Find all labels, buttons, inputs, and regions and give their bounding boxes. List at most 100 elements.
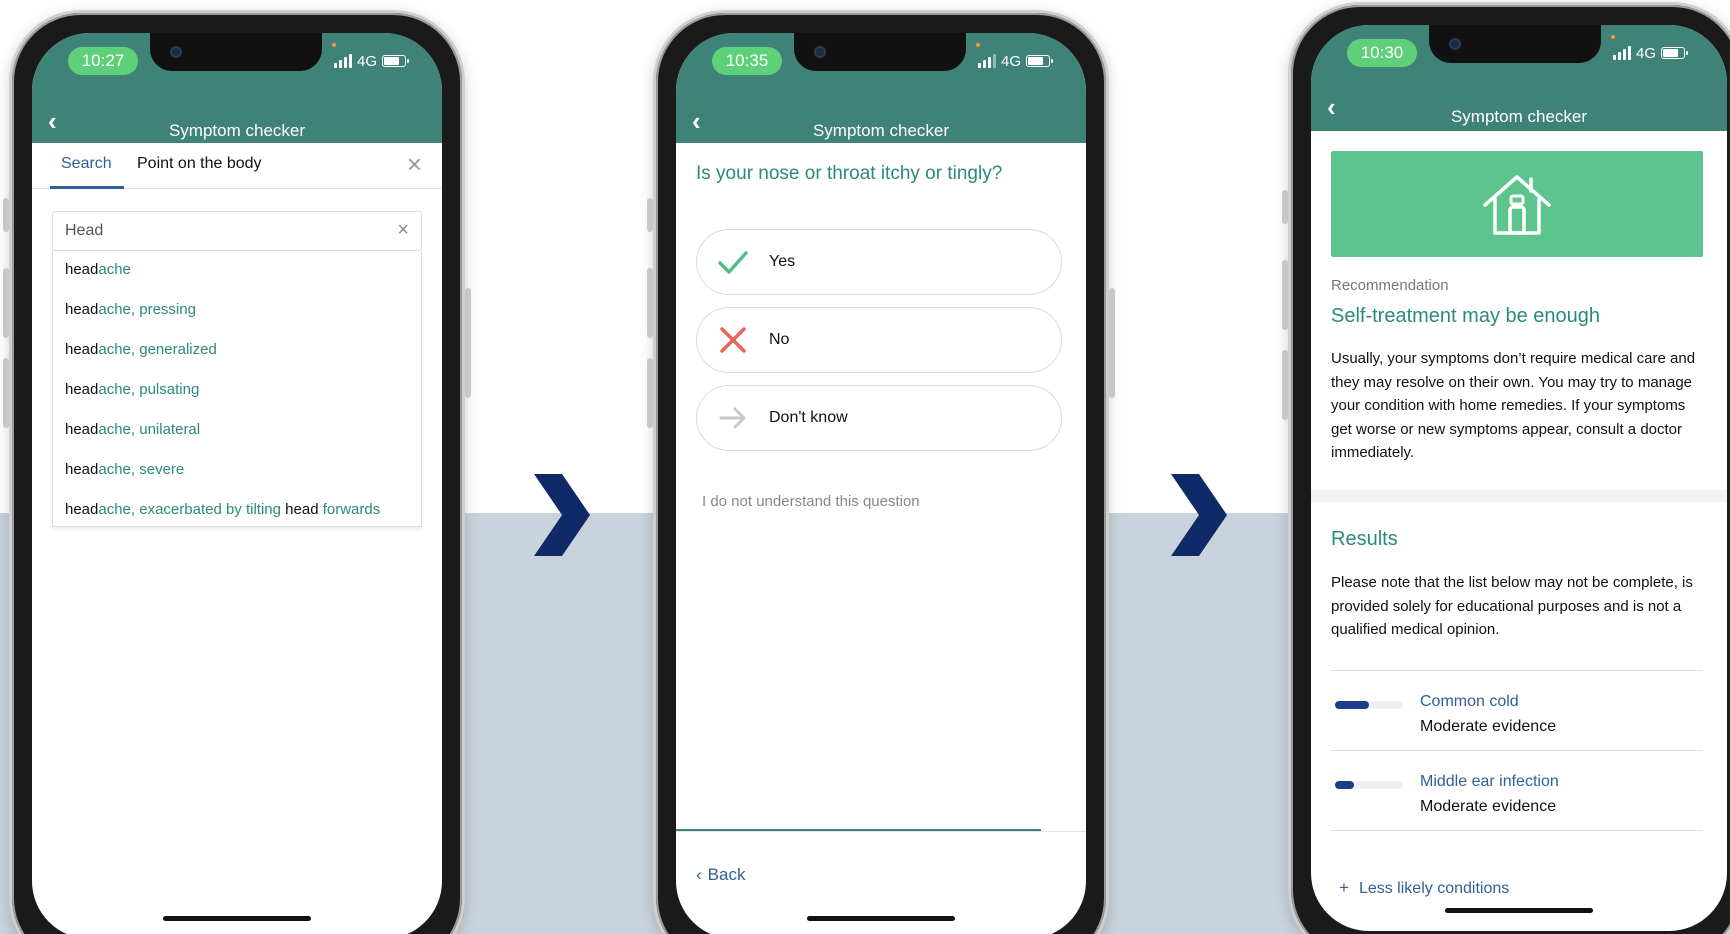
- tab-bar: Search Point on the body ×: [32, 143, 442, 189]
- suggestion-match-text: head: [65, 341, 99, 358]
- condition-evidence: Moderate evidence: [1420, 718, 1557, 735]
- signal-icon: [334, 54, 352, 68]
- suggestion-item[interactable]: headache, generalized: [65, 341, 217, 358]
- signal-icon: [978, 54, 996, 68]
- help-link[interactable]: I do not understand this question: [702, 493, 920, 510]
- suggestion-text: forwards: [318, 501, 381, 518]
- suggestion-item[interactable]: headache, pulsating: [65, 381, 199, 398]
- status-time: 10:35: [712, 47, 782, 75]
- status-icons: 4G: [978, 50, 1054, 72]
- answer-label: No: [769, 331, 790, 348]
- section-divider: [1311, 490, 1727, 502]
- suggestion-text: ache, generalized: [98, 341, 217, 358]
- recommendation-body: Usually, your symptoms don’t require med…: [1331, 350, 1696, 461]
- back-button[interactable]: ‹ Back: [696, 865, 745, 885]
- battery-icon: [1026, 55, 1054, 67]
- condition-name: Middle ear infection: [1420, 773, 1559, 790]
- tab-search[interactable]: Search: [61, 155, 112, 173]
- clear-icon[interactable]: ×: [397, 219, 409, 242]
- recommendation-title: Self-treatment may be enough: [1331, 305, 1601, 327]
- back-label: Back: [707, 865, 746, 884]
- phone-question: 10:35 4G ‹ Symptom checker Is your nose …: [647, 10, 1115, 934]
- recommendation-label: Recommendation: [1331, 277, 1449, 294]
- search-value: Head: [65, 222, 104, 239]
- page-title: Symptom checker: [168, 121, 306, 140]
- suggestion-item[interactable]: headache: [65, 261, 131, 278]
- suggestion-text: ache: [98, 261, 131, 278]
- home-indicator: [163, 916, 311, 921]
- suggestion-match-text: head: [65, 421, 99, 438]
- check-icon: [718, 251, 748, 274]
- status-icons: 4G: [1613, 42, 1689, 64]
- divider: [1331, 750, 1703, 751]
- suggestion-text: ache, exacerbated by tilting: [98, 501, 286, 518]
- suggestion-text: ache, pressing: [98, 301, 196, 318]
- network-label: 4G: [1636, 44, 1657, 62]
- less-likely-label: Less likely conditions: [1358, 880, 1510, 897]
- answer-dont-know-button[interactable]: Don't know: [696, 385, 1062, 451]
- suggestion-match-text: head: [65, 461, 99, 478]
- back-chevron-icon: ‹: [696, 865, 702, 884]
- answer-label: Don't know: [769, 409, 848, 426]
- screen: 10:30 4G ‹ Symptom checker Recommendatio…: [1311, 25, 1727, 931]
- suggestion-match-text: head: [65, 501, 99, 518]
- phone-search: 10:27 4G ‹ Symptom checker Search Point …: [3, 10, 471, 934]
- cross-icon: [720, 327, 746, 353]
- divider: [1331, 670, 1703, 671]
- suggestion-item[interactable]: headache, unilateral: [65, 421, 200, 438]
- house-icon: [1483, 175, 1551, 235]
- condition-evidence: Moderate evidence: [1420, 798, 1557, 815]
- suggestion-text: ache, unilateral: [98, 421, 201, 438]
- network-label: 4G: [357, 52, 378, 70]
- search-input[interactable]: Head ×: [52, 211, 422, 251]
- evidence-bar: [1335, 781, 1403, 789]
- battery-icon: [1661, 47, 1689, 59]
- plus-icon: +: [1339, 878, 1349, 897]
- home-indicator: [1445, 908, 1593, 913]
- results-disclaimer: Please note that the list below may not …: [1331, 574, 1693, 638]
- suggestion-text: ache, pulsating: [98, 381, 200, 398]
- next-arrow-icon: [1171, 474, 1227, 556]
- active-tab-indicator: [50, 186, 124, 189]
- suggestion-list: headache headache, pressing headache, gene…: [52, 251, 422, 527]
- page-title: Symptom checker: [812, 121, 950, 140]
- suggestion-text: ache, severe: [98, 461, 185, 478]
- suggestion-item[interactable]: headache, pressing: [65, 301, 196, 318]
- condition-item[interactable]: Middle ear infection Moderate evidence: [1331, 769, 1703, 829]
- answer-no-button[interactable]: No: [696, 307, 1062, 373]
- divider: [1331, 830, 1703, 831]
- home-indicator: [807, 916, 955, 921]
- condition-name: Common cold: [1420, 693, 1519, 710]
- condition-item[interactable]: Common cold Moderate evidence: [1331, 689, 1703, 749]
- signal-icon: [1613, 46, 1631, 60]
- suggestion-item[interactable]: headache, severe: [65, 461, 184, 478]
- evidence-fill: [1335, 701, 1369, 709]
- suggestion-item[interactable]: headache, exacerbated by tilting head fo…: [65, 501, 380, 518]
- evidence-bar: [1335, 701, 1403, 709]
- evidence-fill: [1335, 781, 1355, 789]
- status-time: 10:27: [68, 47, 138, 75]
- question-text: Is your nose or throat itchy or tingly?: [696, 163, 1003, 184]
- screen: 10:27 4G ‹ Symptom checker Search Point …: [32, 33, 442, 934]
- suggestion-match-text: head: [65, 261, 99, 278]
- suggestion-match-text: head: [65, 381, 99, 398]
- phone-results: 10:30 4G ‹ Symptom checker Recommendatio…: [1282, 2, 1730, 934]
- close-icon[interactable]: ×: [407, 151, 422, 177]
- page-title: Symptom checker: [1450, 107, 1588, 126]
- answer-label: Yes: [769, 253, 796, 270]
- progress-track: [676, 831, 1086, 832]
- status-icons: 4G: [334, 50, 410, 72]
- next-arrow-icon: [534, 474, 590, 556]
- battery-icon: [382, 55, 410, 67]
- tab-point-on-body[interactable]: Point on the body: [137, 155, 262, 173]
- arrow-right-icon: [719, 407, 746, 429]
- recommendation-banner: [1331, 151, 1703, 257]
- network-label: 4G: [1001, 52, 1022, 70]
- less-likely-conditions-button[interactable]: + Less likely conditions: [1339, 878, 1509, 898]
- suggestion-match-text: head: [285, 501, 319, 518]
- screen: 10:35 4G ‹ Symptom checker Is your nose …: [676, 33, 1086, 934]
- status-time: 10:30: [1347, 39, 1417, 67]
- suggestion-match-text: head: [65, 301, 99, 318]
- answer-yes-button[interactable]: Yes: [696, 229, 1062, 295]
- results-title: Results: [1331, 528, 1398, 550]
